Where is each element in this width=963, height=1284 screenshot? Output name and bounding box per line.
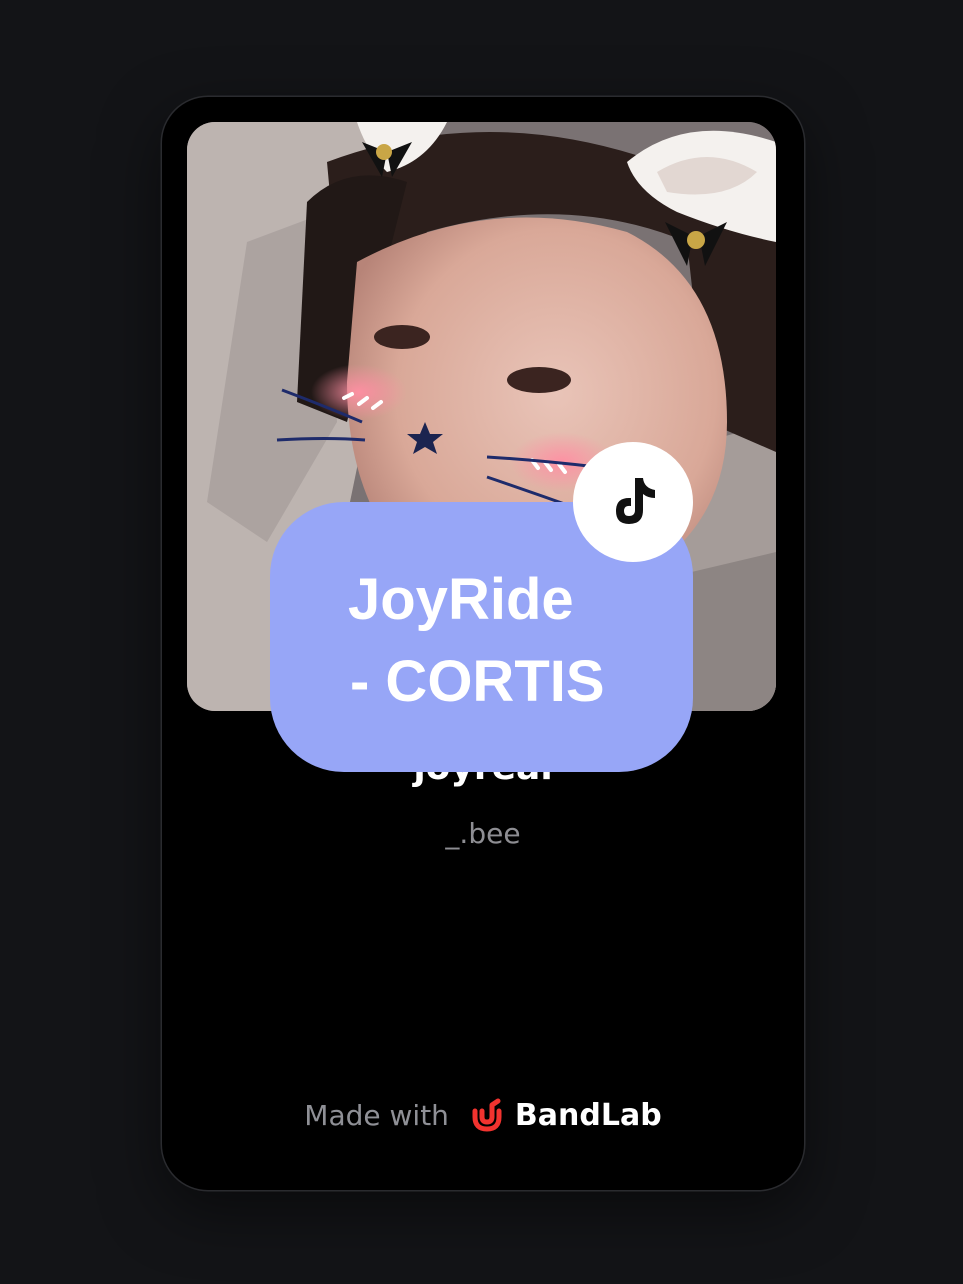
sticker-song-title: JoyRide: [348, 567, 574, 632]
track-artist[interactable]: _.bee: [162, 817, 804, 850]
made-with-label: Made with: [304, 1098, 449, 1132]
made-with-bandlab[interactable]: Made with BandLab: [162, 1097, 804, 1133]
sticker-song-artist: - CORTIS: [350, 649, 605, 714]
tiktok-badge[interactable]: [573, 442, 693, 562]
bandlab-wordmark: BandLab: [514, 1097, 662, 1133]
bandlab-logo-icon: [472, 1098, 502, 1132]
bandlab-logo: BandLab: [467, 1097, 662, 1133]
tiktok-icon: [616, 478, 655, 524]
